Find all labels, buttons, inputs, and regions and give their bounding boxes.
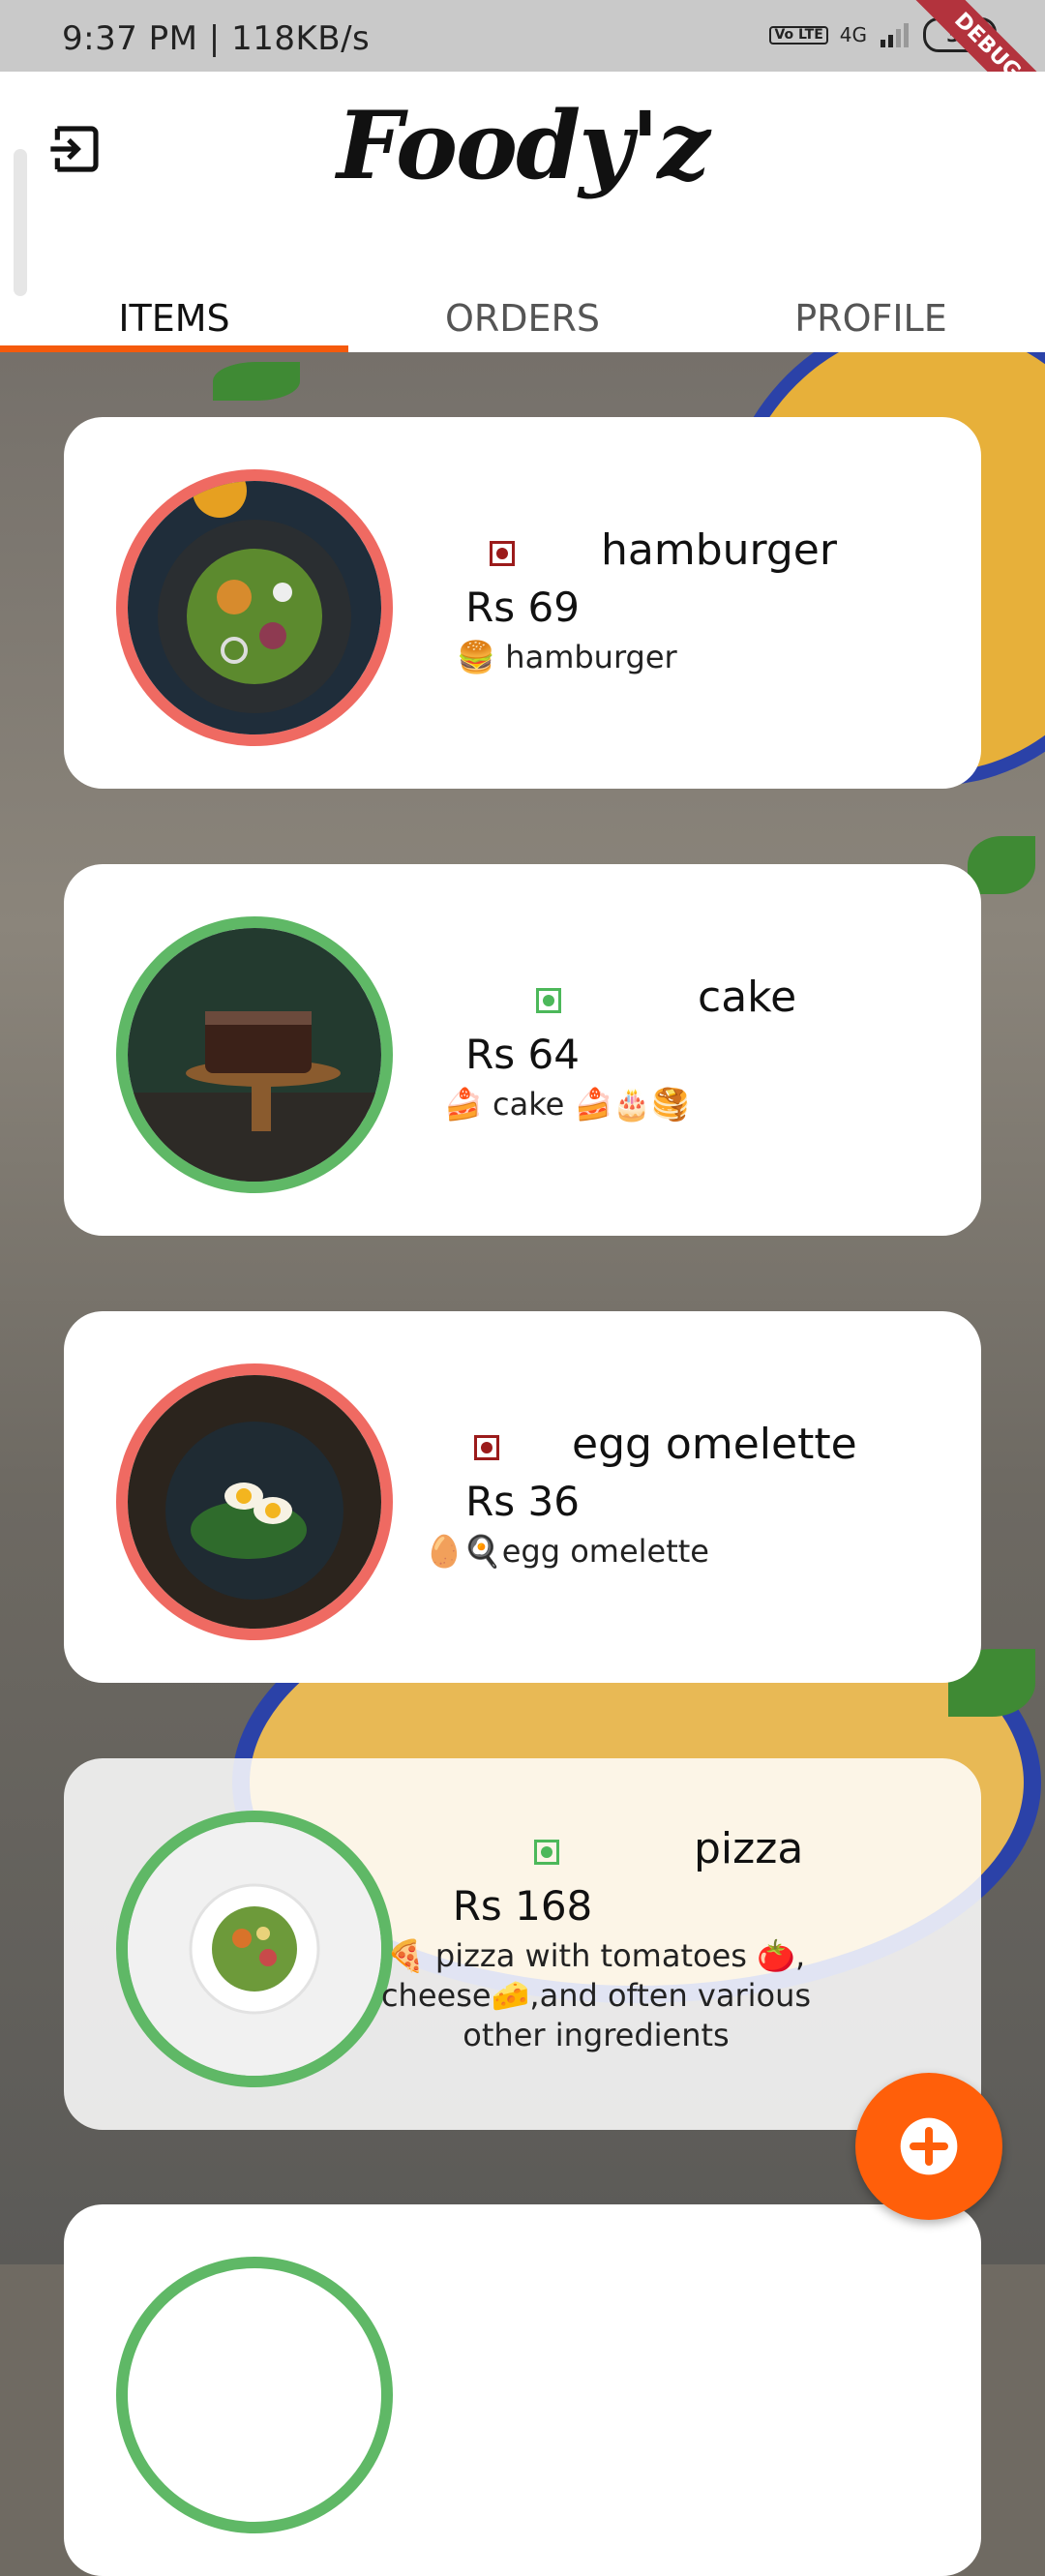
- add-icon: [900, 2117, 958, 2175]
- item-name: egg omelette: [572, 1420, 857, 1469]
- tab-bar: ITEMS ORDERS PROFILE: [0, 285, 1045, 352]
- tab-orders[interactable]: ORDERS: [348, 285, 697, 352]
- item-description: 🥚🍳egg omelette: [425, 1533, 709, 1570]
- herb-graphic: [968, 836, 1035, 894]
- item-description: 🍰 cake 🍰🎂🥞: [444, 1086, 690, 1123]
- food-item-card[interactable]: pizza Rs 168 🍕 pizza with tomatoes 🍅, ch…: [64, 1758, 981, 2130]
- herb-graphic: [213, 362, 300, 401]
- add-item-button[interactable]: [855, 2073, 1002, 2220]
- item-description: 🍔 hamburger: [457, 639, 677, 675]
- item-price: Rs 64: [465, 1031, 580, 1078]
- item-name: hamburger: [601, 525, 837, 575]
- nonveg-indicator-icon: [490, 541, 515, 566]
- food-item-card[interactable]: [64, 2204, 981, 2576]
- tab-indicator: [0, 345, 348, 352]
- food-item-card[interactable]: hamburger Rs 69 🍔 hamburger: [64, 417, 981, 789]
- status-time: 9:37 PM | 118KB/s: [62, 19, 371, 58]
- app-bar: Foody'z ITEMS ORDERS PROFILE: [0, 72, 1045, 352]
- app-title: Foody'z: [337, 91, 710, 200]
- tab-profile[interactable]: PROFILE: [697, 285, 1045, 352]
- network-type: 4G: [839, 23, 867, 46]
- food-item-card[interactable]: cake Rs 64 🍰 cake 🍰🎂🥞: [64, 864, 981, 1236]
- item-price: Rs 69: [465, 584, 580, 631]
- item-price: Rs 36: [465, 1478, 580, 1525]
- item-price: Rs 168: [452, 1882, 593, 1930]
- signal-icon: [881, 23, 909, 47]
- item-description: 🍕 pizza with tomatoes 🍅, cheese🧀,and oft…: [380, 1937, 812, 2053]
- item-name: pizza: [694, 1824, 804, 1873]
- tab-items[interactable]: ITEMS: [0, 285, 348, 352]
- veg-indicator-icon: [534, 1840, 559, 1865]
- food-item-card[interactable]: egg omelette Rs 36 🥚🍳egg omelette: [64, 1311, 981, 1683]
- status-bar: 9:37 PM | 118KB/s Vo LTE 4G 36 DEBUG: [0, 0, 1045, 135]
- veg-indicator-icon: [536, 988, 561, 1013]
- item-name: cake: [698, 973, 797, 1022]
- volte-icon: Vo LTE: [769, 25, 828, 45]
- item-image: [116, 2257, 393, 2533]
- nonveg-indicator-icon: [474, 1435, 499, 1460]
